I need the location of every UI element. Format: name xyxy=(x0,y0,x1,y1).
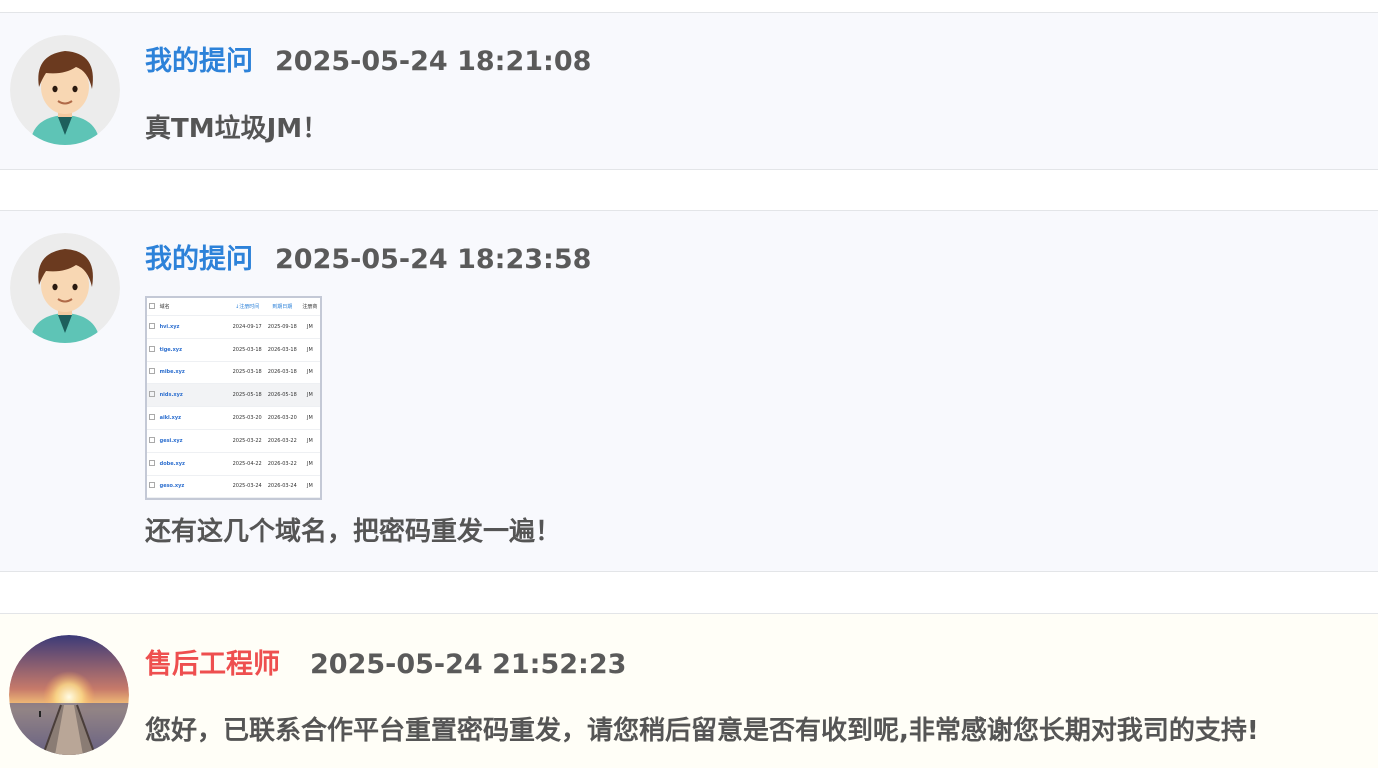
timestamp: 2025-05-24 18:23:58 xyxy=(275,244,592,275)
domain-cell: nids.xyz xyxy=(157,383,230,408)
registrar-cell: JM xyxy=(299,338,320,362)
expires-cell: 2026-03-20 xyxy=(264,406,300,430)
table-row: aikl.xyz 2025-03-20 2026-03-20 JM xyxy=(147,406,320,430)
message-header: 我的提问 2025-05-24 18:23:58 xyxy=(145,237,591,276)
column-header: ↓注册时间 xyxy=(229,298,265,316)
author-label: 售后工程师 xyxy=(145,649,280,680)
expires-cell: 2026-03-22 xyxy=(264,429,300,453)
registrar-cell: JM xyxy=(299,383,320,408)
domain-cell: tige.xyz xyxy=(157,338,230,362)
message-text: 您好，已联系合作平台重置密码重发，请您稍后留意是否有收到呢,非常感谢您长期对我司… xyxy=(145,716,1259,746)
column-header: 域名 xyxy=(157,298,230,316)
column-header: 注册商 xyxy=(299,298,320,316)
domain-cell: hvi.xyz xyxy=(157,315,230,339)
registrar-cell: JM xyxy=(299,429,320,453)
domain-cell: aikl.xyz xyxy=(157,406,230,430)
registered-cell: 2025-04-22 xyxy=(229,452,265,476)
registered-cell: 2024-09-17 xyxy=(229,315,265,339)
registrar-cell: JM xyxy=(299,452,320,476)
expires-cell: 2026-03-22 xyxy=(264,452,300,476)
registered-cell: 2025-03-22 xyxy=(229,429,265,453)
registrar-cell: JM xyxy=(299,406,320,430)
row-checkbox[interactable] xyxy=(147,475,158,498)
timestamp: 2025-05-24 18:21:08 xyxy=(275,46,592,77)
registered-cell: 2025-05-18 xyxy=(229,383,265,408)
expires-cell: 2026-05-18 xyxy=(264,383,300,408)
column-header: 到期日期 xyxy=(264,298,300,316)
author-label: 我的提问 xyxy=(145,46,253,77)
message-item: 售后工程师 2025-05-24 21:52:23 您好，已联系合作平台重置密码重… xyxy=(0,613,1378,768)
table-row: hvi.xyz 2024-09-17 2025-09-18 JM xyxy=(147,315,320,339)
registrar-cell: JM xyxy=(299,315,320,339)
registered-cell: 2025-03-18 xyxy=(229,361,265,385)
table-row: geso.xyz 2025-03-24 2026-03-24 JM xyxy=(147,475,320,498)
table-row: tige.xyz 2025-03-18 2026-03-18 JM xyxy=(147,338,320,362)
expires-cell: 2026-03-24 xyxy=(264,475,300,498)
registrar-cell: JM xyxy=(299,361,320,385)
staff-avatar-icon xyxy=(9,635,129,755)
select-all-checkbox xyxy=(147,298,158,316)
domain-cell: dobe.xyz xyxy=(157,452,230,476)
row-checkbox[interactable] xyxy=(147,315,158,339)
attachment-thumbnail[interactable]: 域名 ↓注册时间 到期日期 注册商 hvi.xyz 2024-09-17 2025-… xyxy=(145,296,322,500)
message-header: 我的提问 2025-05-24 18:21:08 xyxy=(145,39,591,78)
timestamp: 2025-05-24 21:52:23 xyxy=(310,649,627,680)
expires-cell: 2026-03-18 xyxy=(264,338,300,362)
domain-cell: gesi.xyz xyxy=(157,429,230,453)
message-header: 售后工程师 2025-05-24 21:52:23 xyxy=(145,642,626,681)
table-row: mibe.xyz 2025-03-18 2026-03-18 JM xyxy=(147,361,320,385)
registrar-cell: JM xyxy=(299,475,320,498)
expires-cell: 2025-09-18 xyxy=(264,315,300,339)
domain-table: 域名 ↓注册时间 到期日期 注册商 hvi.xyz 2024-09-17 2025-… xyxy=(147,298,320,498)
table-row: gesi.xyz 2025-03-22 2026-03-22 JM xyxy=(147,429,320,453)
message-item: 我的提问 2025-05-24 18:23:58 域名 ↓注册时间 到期日期 注册… xyxy=(0,210,1378,572)
registered-cell: 2025-03-24 xyxy=(229,475,265,498)
domain-cell: geso.xyz xyxy=(157,475,230,498)
message-text: 真TM垃圾JM！ xyxy=(145,114,329,144)
registered-cell: 2025-03-20 xyxy=(229,406,265,430)
domain-cell: mibe.xyz xyxy=(157,361,230,385)
row-checkbox[interactable] xyxy=(147,406,158,430)
row-checkbox[interactable] xyxy=(147,452,158,476)
author-label: 我的提问 xyxy=(145,244,253,275)
message-item: 我的提问 2025-05-24 18:21:08 真TM垃圾JM！ xyxy=(0,12,1378,170)
user-avatar-icon xyxy=(10,233,120,343)
row-checkbox[interactable] xyxy=(147,383,158,408)
table-row: nids.xyz 2025-05-18 2026-05-18 JM xyxy=(147,383,320,408)
table-row: dobe.xyz 2025-04-22 2026-03-22 JM xyxy=(147,452,320,476)
row-checkbox[interactable] xyxy=(147,361,158,385)
user-avatar-icon xyxy=(10,35,120,145)
row-checkbox[interactable] xyxy=(147,429,158,453)
message-text: 还有这几个域名，把密码重发一遍！ xyxy=(145,517,562,547)
registered-cell: 2025-03-18 xyxy=(229,338,265,362)
row-checkbox[interactable] xyxy=(147,338,158,362)
expires-cell: 2026-03-18 xyxy=(264,361,300,385)
